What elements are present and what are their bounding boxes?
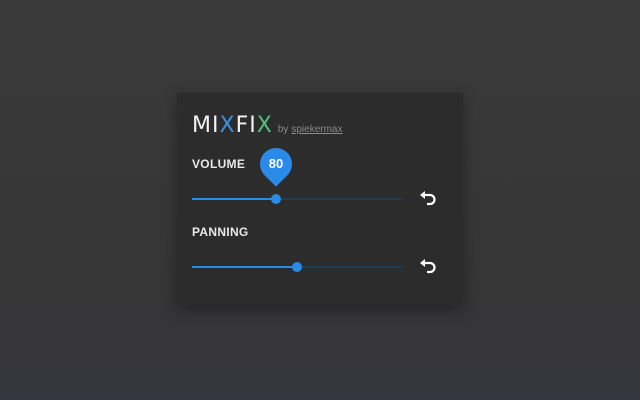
author-link[interactable]: spiekermax (291, 124, 342, 135)
mixfix-popup: MIXFIX by spiekermax VOLUME 80 PANNING (177, 93, 463, 305)
volume-label: VOLUME (192, 157, 246, 171)
panning-thumb[interactable] (292, 262, 302, 272)
volume-reset-button[interactable] (417, 189, 439, 207)
brand-header: MIXFIX by spiekermax (192, 113, 343, 141)
volume-slider[interactable]: 80 (192, 141, 402, 206)
undo-icon (420, 191, 436, 206)
panning-slider[interactable] (192, 260, 402, 274)
panning-reset-button[interactable] (417, 257, 439, 275)
volume-thumb[interactable] (271, 194, 281, 204)
undo-icon (420, 259, 436, 274)
volume-value: 80 (268, 156, 284, 171)
panning-fill (192, 266, 297, 268)
app-logo: MIXFIX (192, 113, 273, 138)
volume-fill (192, 198, 276, 200)
panning-label: PANNING (192, 225, 249, 239)
author-byline: by spiekermax (277, 124, 343, 135)
volume-value-bubble: 80 (253, 141, 299, 187)
